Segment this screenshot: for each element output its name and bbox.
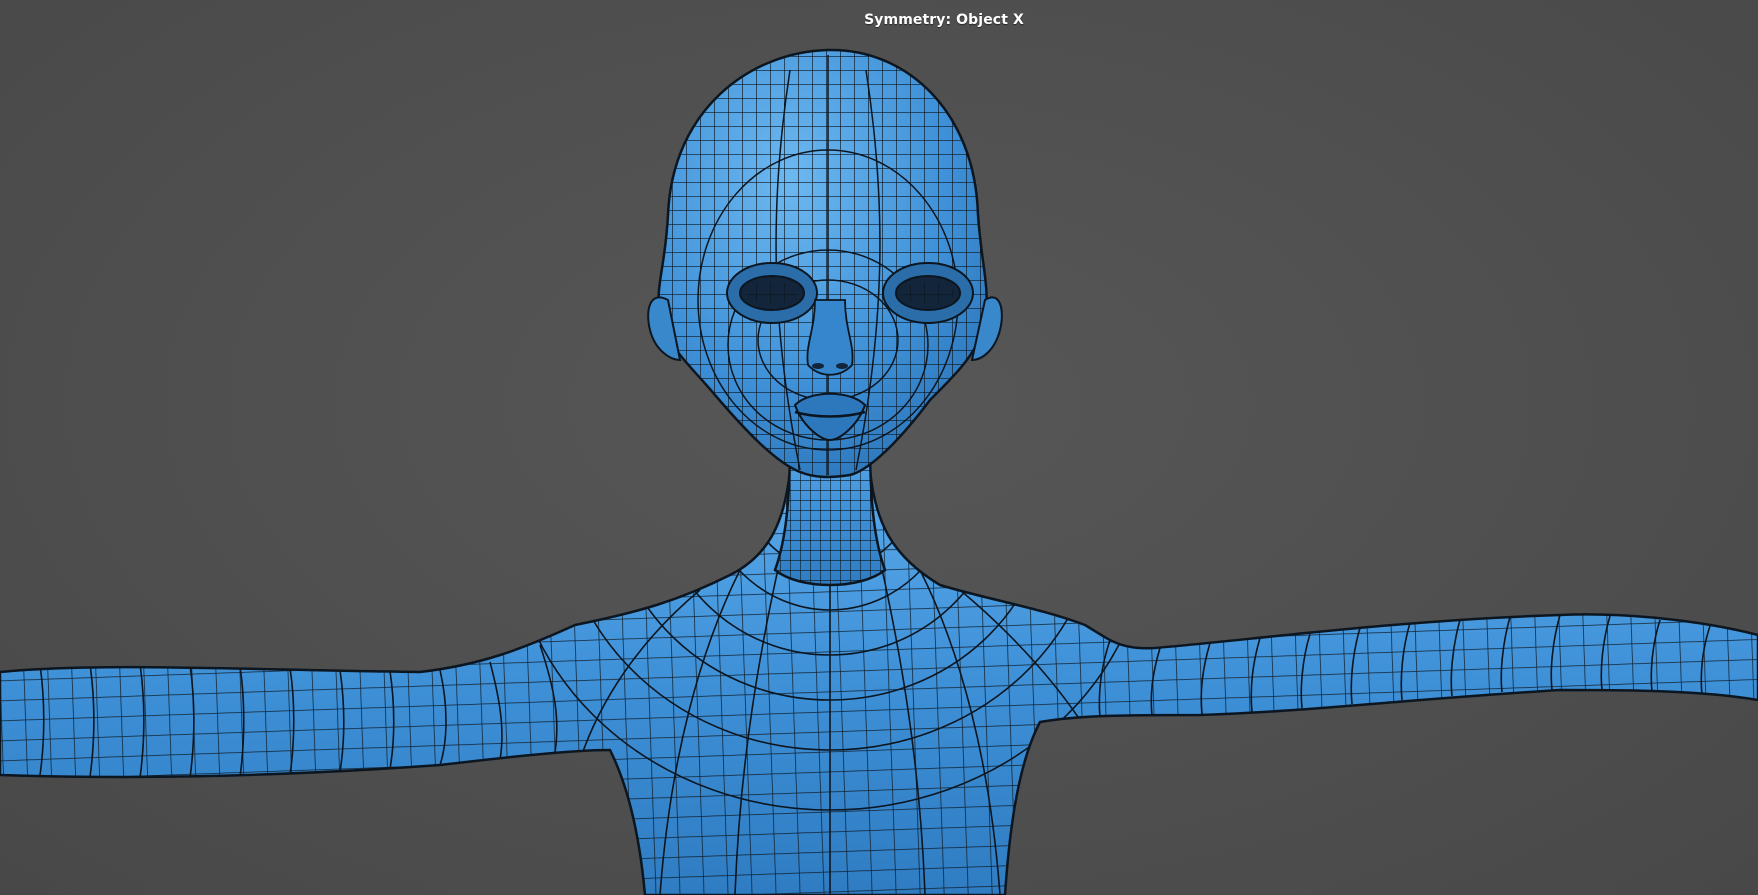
nose: [806, 299, 854, 376]
head-mesh: [647, 48, 1003, 479]
3d-viewport[interactable]: Symmetry: Object X: [0, 0, 1758, 895]
character-mesh[interactable]: [0, 0, 1758, 895]
